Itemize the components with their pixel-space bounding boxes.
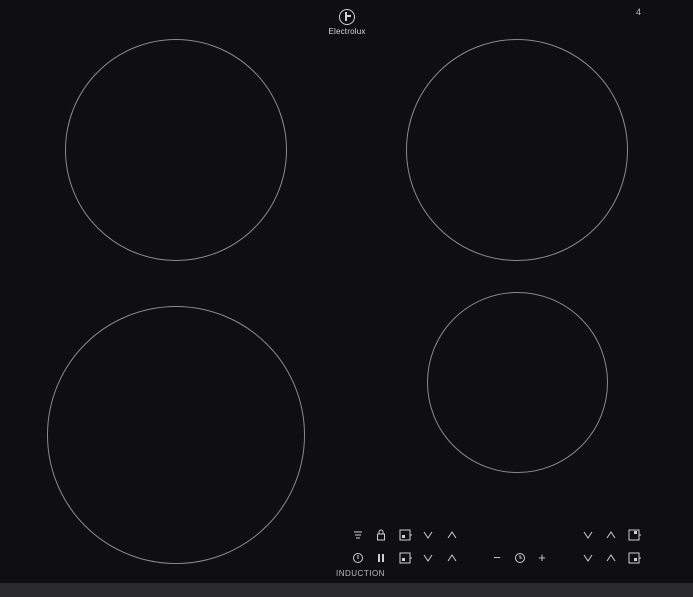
- brand-name: Electrolux: [328, 27, 366, 36]
- cooktop-glass: Electrolux 4 − + INDUCTION: [0, 0, 693, 583]
- zone-select-icon[interactable]: [628, 552, 642, 564]
- zone-front-left[interactable]: [47, 306, 305, 564]
- brand-logo: Electrolux: [325, 9, 369, 36]
- zone-select-icon[interactable]: [399, 529, 413, 541]
- lock-icon[interactable]: [374, 529, 388, 541]
- electrolux-logo-icon: [339, 9, 355, 25]
- hob2hood-icon[interactable]: [351, 529, 365, 541]
- up-arrow-icon[interactable]: [604, 552, 618, 564]
- down-arrow-icon[interactable]: [581, 552, 595, 564]
- plus-button[interactable]: +: [535, 551, 549, 564]
- corner-mark: 4: [636, 7, 642, 17]
- induction-label: INDUCTION: [336, 569, 385, 578]
- power-icon[interactable]: [351, 552, 365, 564]
- front-trim: [0, 583, 693, 597]
- down-arrow-icon[interactable]: [581, 529, 595, 541]
- timer-icon[interactable]: [513, 552, 527, 564]
- down-arrow-icon[interactable]: [421, 529, 435, 541]
- zone-select-icon[interactable]: [399, 552, 413, 564]
- down-arrow-icon[interactable]: [421, 552, 435, 564]
- pause-icon[interactable]: [374, 552, 388, 564]
- up-arrow-icon[interactable]: [445, 552, 459, 564]
- zone-front-right[interactable]: [427, 292, 608, 473]
- zone-select-icon[interactable]: [628, 529, 642, 541]
- zone-rear-right[interactable]: [406, 39, 628, 261]
- minus-button[interactable]: −: [490, 551, 504, 564]
- zone-rear-left[interactable]: [65, 39, 287, 261]
- up-arrow-icon[interactable]: [604, 529, 618, 541]
- up-arrow-icon[interactable]: [445, 529, 459, 541]
